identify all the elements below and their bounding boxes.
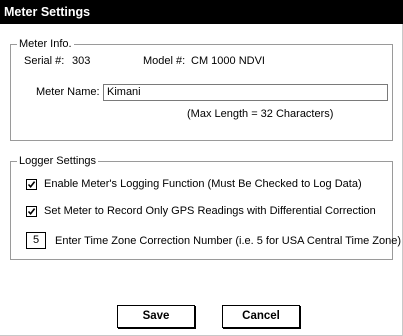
logger-settings-group: Logger Settings Enable Meter's Logging F…	[10, 154, 401, 260]
meter-info-group: Meter Info. Serial #: 303 Model #: CM 10…	[10, 37, 393, 141]
meter-name-label: Meter Name:	[36, 86, 100, 98]
model-value: CM 1000 NDVI	[191, 55, 265, 67]
enable-logging-checkbox[interactable]	[26, 178, 37, 190]
checkmark-icon	[27, 180, 36, 188]
logger-settings-legend: Logger Settings	[17, 154, 99, 168]
checkmark-icon	[27, 207, 36, 215]
meter-name-input[interactable]: Kimani	[103, 84, 388, 101]
meter-name-hint: (Max Length = 32 Characters)	[187, 108, 334, 120]
gps-only-row[interactable]: Set Meter to Record Only GPS Readings wi…	[26, 205, 376, 217]
timezone-input[interactable]: 5	[26, 232, 46, 249]
cancel-button[interactable]: Cancel	[222, 305, 300, 328]
gps-only-checkbox[interactable]	[26, 205, 37, 217]
timezone-label: Enter Time Zone Correction Number (i.e. …	[55, 235, 402, 247]
meter-info-legend: Meter Info.	[17, 37, 74, 51]
model-label: Model #:	[143, 55, 186, 67]
save-button[interactable]: Save	[117, 305, 195, 328]
window-title: Meter Settings	[0, 0, 403, 24]
enable-logging-label: Enable Meter's Logging Function (Must Be…	[44, 178, 362, 190]
serial-label: Serial #:	[24, 55, 65, 67]
enable-logging-row[interactable]: Enable Meter's Logging Function (Must Be…	[26, 178, 362, 190]
meter-settings-dialog: Meter Info. Serial #: 303 Model #: CM 10…	[0, 24, 403, 336]
gps-only-label: Set Meter to Record Only GPS Readings wi…	[44, 205, 376, 217]
serial-value: 303	[72, 55, 91, 67]
